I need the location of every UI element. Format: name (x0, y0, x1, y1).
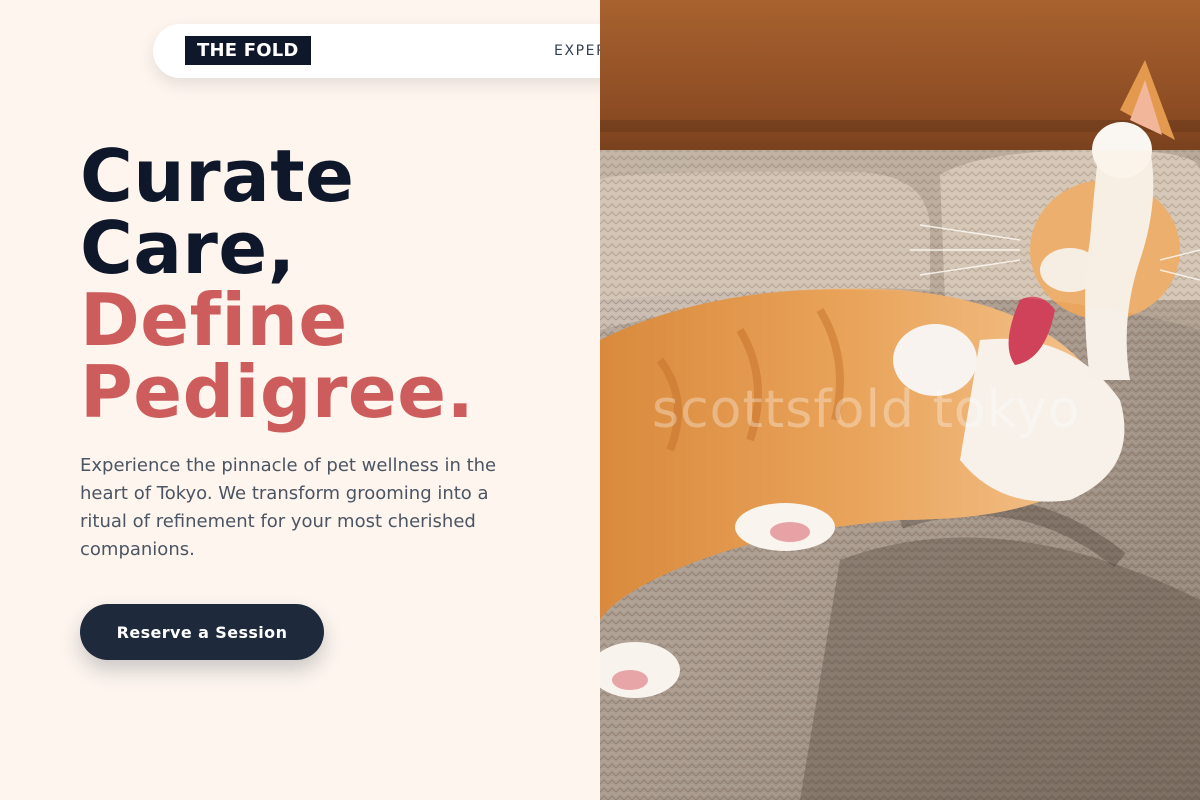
hero-photo: scottsfold tokyo (600, 0, 1200, 800)
page: THE FOLD EXPER Curate Care, Define Pedig… (0, 0, 1200, 800)
hero-title-line-2: Care, (80, 206, 296, 290)
hero-title-line-3: Define (80, 278, 348, 362)
hero-section: THE FOLD EXPER Curate Care, Define Pedig… (0, 0, 713, 800)
hero-title-line-1: Curate (80, 134, 355, 218)
hero-title: Curate Care, Define Pedigree. (80, 140, 580, 428)
hero-description: Experience the pinnacle of pet wellness … (80, 455, 497, 560)
reserve-session-button[interactable]: Reserve a Session (80, 604, 324, 660)
brand-logo[interactable]: THE FOLD (185, 36, 311, 65)
photo-watermark: scottsfold tokyo (652, 380, 1081, 440)
hero-title-line-4: Pedigree. (80, 350, 475, 434)
